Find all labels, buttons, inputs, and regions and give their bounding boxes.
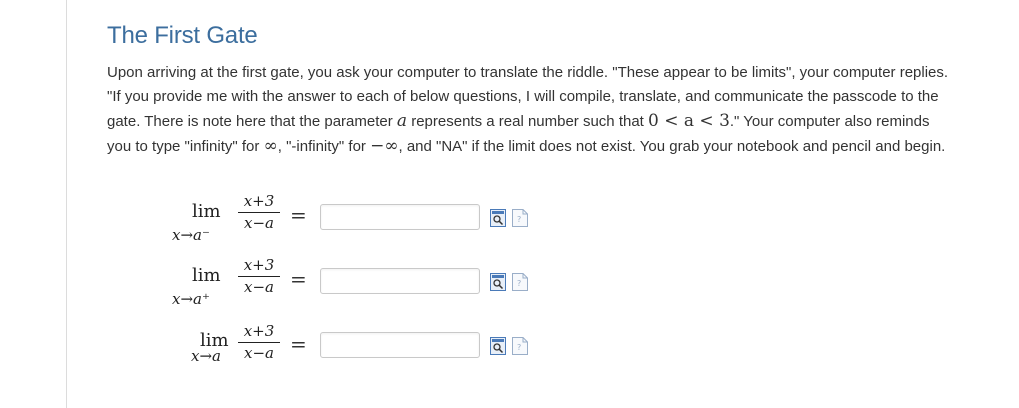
left-border-rule: [66, 0, 67, 408]
preview-icon[interactable]: [490, 209, 506, 227]
intro-text-5: , and "NA" if the limit does not exist. …: [398, 138, 946, 155]
lim-subscript: x→a: [191, 347, 221, 365]
answer-input-1[interactable]: [320, 204, 480, 230]
lim-operator: lim: [192, 201, 221, 222]
equals-sign: =: [290, 332, 307, 356]
fraction-bar: [238, 212, 280, 213]
equals-sign: =: [290, 203, 307, 227]
equals-sign: =: [290, 267, 307, 291]
numerator: x+3: [243, 322, 275, 340]
intro-text-2: represents a real number such that: [407, 113, 649, 130]
inequality: 0 < a < 3: [648, 111, 730, 131]
neg-infinity-symbol: −∞: [370, 136, 399, 156]
svg-text:?: ?: [517, 343, 521, 352]
param-a: a: [396, 111, 408, 131]
lim-subscript: x→a⁻: [172, 226, 210, 244]
denominator: x−a: [244, 214, 274, 232]
svg-text:?: ?: [517, 279, 521, 288]
problem-intro-paragraph: Upon arriving at the first gate, you ask…: [107, 61, 952, 159]
help-page-icon[interactable]: ?: [512, 337, 528, 355]
denominator: x−a: [244, 278, 274, 296]
page-title: The First Gate: [107, 22, 258, 49]
lim-subscript: x→a⁺: [172, 290, 210, 308]
fraction: x+3 x−a: [236, 192, 282, 233]
infinity-symbol: ∞: [263, 136, 278, 156]
preview-icon[interactable]: [490, 273, 506, 291]
numerator: x+3: [243, 256, 275, 274]
numerator: x+3: [243, 192, 275, 210]
fraction: x+3 x−a: [236, 322, 282, 363]
answer-input-2[interactable]: [320, 268, 480, 294]
fraction-bar: [238, 276, 280, 277]
answer-input-3[interactable]: [320, 332, 480, 358]
intro-text-4: , "-infinity" for: [277, 138, 371, 155]
help-page-icon[interactable]: ?: [512, 209, 528, 227]
denominator: x−a: [244, 344, 274, 362]
svg-text:?: ?: [517, 215, 521, 224]
fraction-bar: [238, 342, 280, 343]
help-page-icon[interactable]: ?: [512, 273, 528, 291]
fraction: x+3 x−a: [236, 256, 282, 297]
lim-operator: lim: [192, 265, 221, 286]
preview-icon[interactable]: [490, 337, 506, 355]
